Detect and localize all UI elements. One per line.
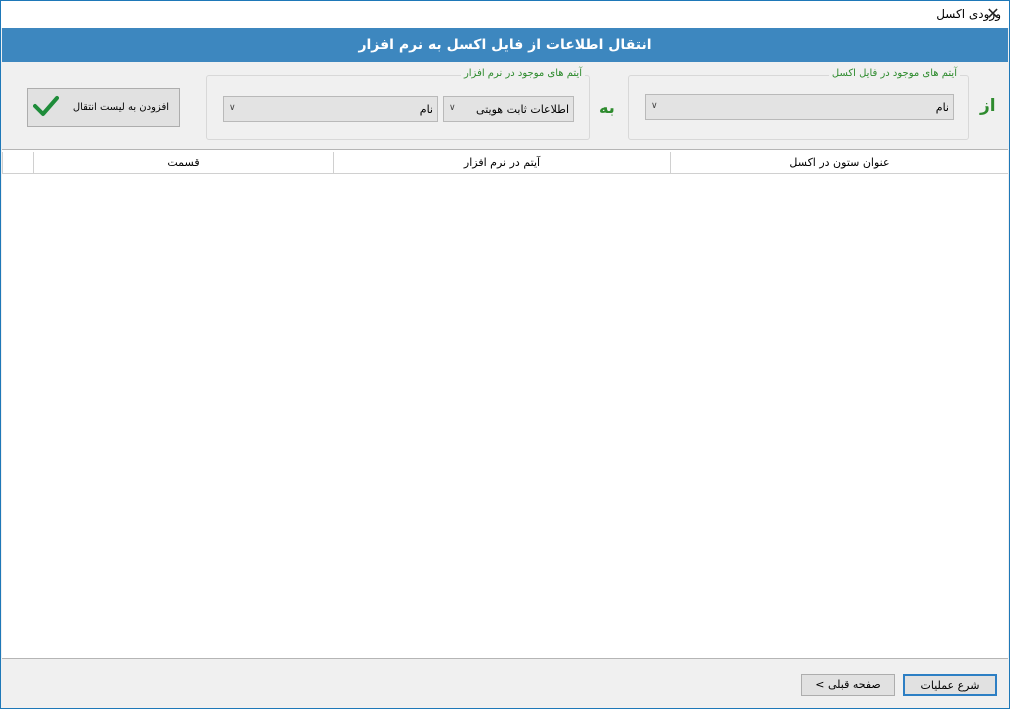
column-header-section[interactable]: قسمت: [33, 152, 333, 174]
chevron-down-icon: ∨: [449, 103, 456, 113]
software-item-value: نام: [419, 103, 433, 116]
category-select[interactable]: اطلاعات ثابت هویتی ∨: [443, 96, 574, 122]
header-banner: انتقال اطلاعات از فایل اکسل به نرم افزار: [2, 28, 1008, 62]
footer-bar: شرع عملیات صفحه قبلی >: [2, 660, 1008, 708]
excel-column-select[interactable]: نام ∨: [645, 94, 954, 120]
column-header-software-item[interactable]: آیتم در نرم افزار: [333, 152, 670, 174]
excel-items-group: آیتم های موجود در فایل اکسل نام ∨: [628, 68, 969, 140]
excel-import-window: ورودی اکسل ✕ انتقال اطلاعات از فایل اکسل…: [0, 0, 1010, 709]
software-items-legend: آیتم های موجود در نرم افزار: [460, 68, 585, 79]
software-items-group: آیتم های موجود در نرم افزار اطلاعات ثابت…: [206, 68, 590, 140]
column-header-excel[interactable]: عنوان ستون در اکسل: [670, 152, 1008, 174]
software-item-select[interactable]: نام ∨: [223, 96, 438, 122]
add-to-transfer-list-button[interactable]: افزودن به لیست انتقال: [27, 88, 180, 127]
previous-page-button[interactable]: صفحه قبلی >: [801, 674, 895, 696]
excel-column-value: نام: [935, 101, 949, 114]
to-label: به: [599, 98, 615, 117]
check-icon: [33, 96, 59, 116]
chevron-down-icon: ∨: [651, 101, 658, 111]
category-value: اطلاعات ثابت هویتی: [476, 103, 569, 116]
add-button-label: افزودن به لیست انتقال: [72, 102, 169, 113]
mapping-panel: از آیتم های موجود در فایل اکسل نام ∨ به …: [2, 62, 1008, 149]
start-operation-button[interactable]: شرع عملیات: [903, 674, 997, 696]
transfer-list-table[interactable]: عنوان ستون در اکسل آیتم در نرم افزار قسم…: [2, 149, 1008, 659]
chevron-down-icon: ∨: [229, 103, 236, 113]
excel-items-legend: آیتم های موجود در فایل اکسل: [828, 68, 960, 79]
close-icon[interactable]: ✕: [979, 3, 1007, 25]
row-header-corner: [2, 152, 33, 174]
title-bar: ورودی اکسل ✕: [1, 1, 1009, 28]
table-header-row: عنوان ستون در اکسل آیتم در نرم افزار قسم…: [2, 152, 1008, 174]
from-label: از: [980, 96, 996, 116]
